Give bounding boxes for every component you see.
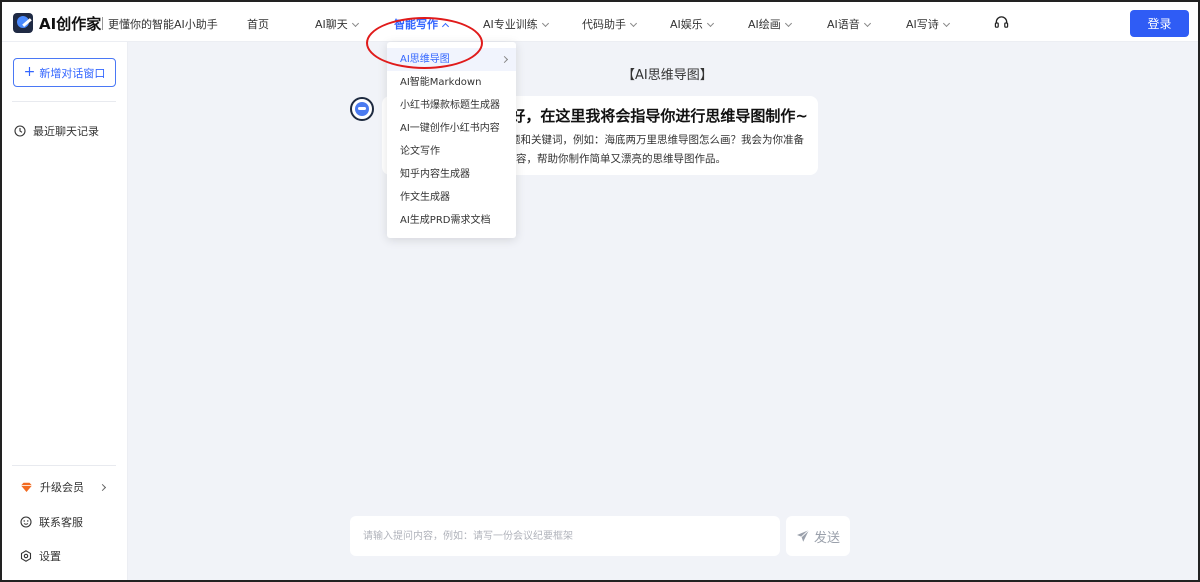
contact-service-link[interactable]: 联系客服	[20, 514, 83, 530]
plus-icon: +	[23, 63, 36, 80]
chevron-down-icon	[784, 19, 792, 28]
brand-separator	[102, 17, 103, 30]
login-button[interactable]: 登录	[1130, 10, 1189, 37]
dropdown-item-zhihu[interactable]: 知乎内容生成器	[387, 163, 516, 186]
brand-slogan: 更懂你的智能AI小助手	[108, 18, 218, 31]
chevron-down-icon	[706, 19, 714, 28]
smart-writing-dropdown: AI思维导图 AI智能Markdown 小红书爆款标题生成器 AI一键创作小红书…	[387, 42, 516, 238]
nav-ai-voice[interactable]: AI语音	[827, 16, 871, 32]
message-heading: 好，在这里我将会指导你进行思维导图制作~	[510, 107, 808, 125]
nav-smart-writing[interactable]: 智能写作	[394, 16, 450, 32]
recent-chats-link[interactable]: 最近聊天记录	[14, 123, 99, 139]
chevron-down-icon	[541, 19, 549, 28]
page-title: 【AI思维导图】	[622, 68, 713, 83]
chevron-down-icon	[351, 19, 359, 28]
bot-avatar-icon	[350, 97, 374, 121]
new-chat-button[interactable]: + 新增对话窗口	[13, 58, 116, 87]
message-line-2: 内容，帮助你制作简单又漂亮的思维导图作品。	[505, 153, 727, 165]
sidebar: + 新增对话窗口 最近聊天记录 升级会员 联系客服 设置	[2, 42, 128, 580]
nav-ai-poetry[interactable]: AI写诗	[906, 16, 950, 32]
settings-link[interactable]: 设置	[20, 548, 61, 564]
chevron-right-icon	[500, 55, 509, 64]
nav-code-assistant[interactable]: 代码助手	[582, 16, 638, 32]
nav-ai-chat[interactable]: AI聊天	[315, 16, 359, 32]
dropdown-item-essay[interactable]: 作文生成器	[387, 186, 516, 209]
send-button[interactable]: 发送	[786, 516, 850, 556]
headset-icon[interactable]	[994, 15, 1009, 30]
upgrade-member-link[interactable]: 升级会员	[20, 479, 107, 495]
top-header: AI创作家 更懂你的智能AI小助手 首页 AI聊天 智能写作 AI专业训练 代码…	[2, 2, 1198, 42]
nav-ai-entertainment[interactable]: AI娱乐	[670, 16, 714, 32]
nav-ai-drawing[interactable]: AI绘画	[748, 16, 792, 32]
diamond-icon	[21, 482, 32, 492]
dropdown-item-markdown[interactable]: AI智能Markdown	[387, 71, 516, 94]
clock-icon	[14, 125, 26, 137]
question-input[interactable]	[350, 516, 780, 556]
chevron-down-icon	[942, 19, 950, 28]
message-line-1: 题和关键词，例如：海底两万里思维导图怎么画？我会为你准备	[510, 134, 804, 146]
sidebar-divider	[12, 101, 116, 102]
chevron-down-icon	[863, 19, 871, 28]
dropdown-item-xhs-title[interactable]: 小红书爆款标题生成器	[387, 94, 516, 117]
chevron-down-icon	[629, 19, 638, 28]
dropdown-item-paper-writing[interactable]: 论文写作	[387, 140, 516, 163]
chevron-right-icon	[98, 483, 107, 491]
nav-ai-training[interactable]: AI专业训练	[483, 16, 549, 32]
gear-icon	[20, 550, 32, 562]
brand-name[interactable]: AI创作家	[39, 13, 101, 34]
paper-plane-icon	[796, 529, 810, 542]
dropdown-item-mindmap[interactable]: AI思维导图	[387, 48, 516, 71]
nav-home[interactable]: 首页	[247, 16, 269, 32]
face-icon	[20, 516, 32, 528]
logo-icon[interactable]	[13, 13, 33, 33]
dropdown-item-xhs-content[interactable]: AI一键创作小红书内容	[387, 117, 516, 140]
dropdown-item-prd[interactable]: AI生成PRD需求文档	[387, 209, 516, 232]
chevron-up-icon	[441, 22, 450, 31]
sidebar-divider	[12, 465, 116, 466]
